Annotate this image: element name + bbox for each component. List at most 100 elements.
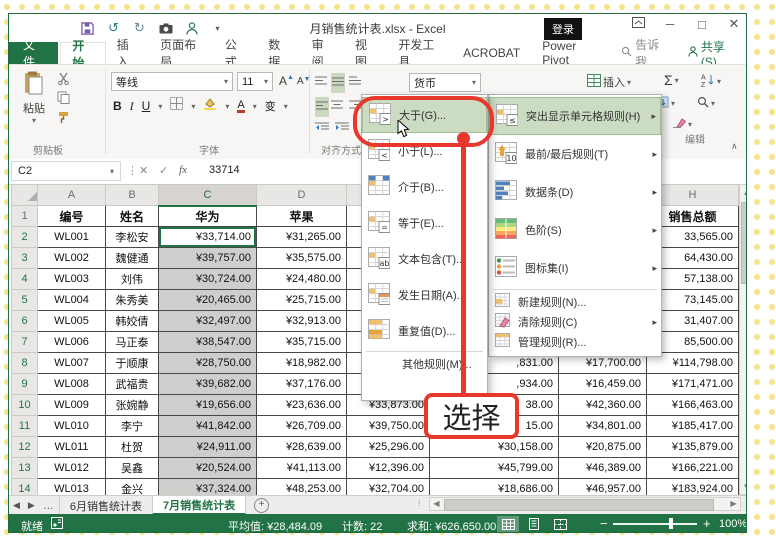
insert-cells-button[interactable]: 插入 ▾ [587, 74, 631, 90]
scroll-left-icon[interactable]: ◀ [430, 498, 443, 510]
number-format-select[interactable]: 货币 ▾ [409, 73, 481, 92]
cell-C4[interactable]: ¥30,724.00 [158, 268, 257, 290]
cell-H12[interactable]: ¥135,879.00 [646, 436, 739, 458]
cell-C11[interactable]: ¥41,842.00 [158, 415, 257, 437]
cell-D10[interactable]: ¥23,636.00 [256, 394, 347, 416]
ribbon-tab-Power Pivot[interactable]: Power Pivot [531, 39, 610, 67]
italic-button[interactable]: I [130, 99, 134, 114]
column-header-C[interactable]: C [158, 184, 257, 207]
cell-D12[interactable]: ¥28,639.00 [256, 436, 347, 458]
ribbon-tab-插入[interactable]: 插入 [106, 38, 149, 69]
cell-B2[interactable]: 李松安 [105, 226, 159, 248]
scroll-up-icon[interactable]: ▲ [740, 185, 746, 200]
cf-menu-item-6[interactable]: 新建规则(N)... [489, 292, 661, 312]
cancel-icon[interactable]: ✕ [139, 164, 148, 177]
row-header-12[interactable]: 12 [11, 436, 38, 458]
hl-rules-item-5[interactable]: 发生日期(A)... [362, 277, 487, 313]
cell-B11[interactable]: 李宁 [105, 415, 159, 437]
new-sheet-icon[interactable]: + [254, 498, 270, 513]
row-header-2[interactable]: 2 [11, 226, 38, 248]
cell-B5[interactable]: 朱秀美 [105, 289, 159, 311]
cell-C8[interactable]: ¥28,750.00 [158, 352, 257, 374]
cell-C5[interactable]: ¥20,465.00 [158, 289, 257, 311]
row-header-11[interactable]: 11 [11, 415, 38, 437]
ribbon-tab-告诉我[interactable]: 告诉我 [610, 38, 677, 69]
middle-align-icon[interactable] [331, 73, 345, 93]
cell-A9[interactable]: WL008 [37, 373, 106, 395]
cf-menu-item-7[interactable]: 清除规则(C) ▸ [489, 312, 661, 332]
scroll-right-icon[interactable]: ▶ [727, 498, 740, 510]
hl-rules-item-2[interactable]: 介于(B)... [362, 169, 487, 205]
underline-button[interactable]: U [142, 99, 151, 113]
row-header-4[interactable]: 4 [11, 268, 38, 290]
hl-rules-item-3[interactable]: = 等于(E)... [362, 205, 487, 241]
cell-F13[interactable]: ¥45,799.00 [429, 457, 559, 479]
vertical-scrollbar[interactable]: ▲ ▼ [739, 184, 746, 495]
row-header-9[interactable]: 9 [11, 373, 38, 395]
cut-icon[interactable] [57, 72, 70, 90]
cell-A12[interactable]: WL011 [37, 436, 106, 458]
cell-D8[interactable]: ¥18,982.00 [256, 352, 347, 374]
cell-D4[interactable]: ¥24,480.00 [256, 268, 347, 290]
maximize-button[interactable]: □ [694, 17, 710, 32]
column-header-B[interactable]: B [105, 184, 159, 206]
zoom-out-icon[interactable]: − [600, 516, 608, 531]
name-box[interactable]: C2 ▾ [11, 161, 121, 181]
cell-E11[interactable]: ¥39,750.00 [346, 415, 430, 437]
enter-icon[interactable]: ✓ [159, 164, 168, 177]
zoom-in-icon[interactable]: + [703, 516, 711, 531]
formula-input[interactable]: 33714 [209, 164, 240, 176]
ribbon-tab-file[interactable]: 文件 [9, 38, 59, 69]
cell-D2[interactable]: ¥31,265.00 [256, 226, 347, 248]
cf-menu-item-2[interactable]: 数据条(D) ▸ [489, 173, 661, 211]
table-header-cell[interactable]: 华为 [158, 205, 257, 227]
font-color-icon[interactable]: A [237, 99, 245, 113]
cell-B6[interactable]: 韩姣倩 [105, 310, 159, 332]
expand-formula-bar-icon[interactable]: ∨ [745, 166, 746, 177]
copy-icon[interactable] [57, 91, 70, 109]
cell-C10[interactable]: ¥19,656.00 [158, 394, 257, 416]
cell-G13[interactable]: ¥46,389.00 [558, 457, 647, 479]
ribbon-tab-开发工具[interactable]: 开发工具 [387, 38, 452, 69]
splitter-handle[interactable]: ⁞ [418, 498, 421, 508]
grow-font-icon[interactable]: A▲ [279, 74, 294, 88]
cell-D3[interactable]: ¥35,575.00 [256, 247, 347, 269]
cell-A8[interactable]: WL007 [37, 352, 106, 374]
cell-B12[interactable]: 杜贺 [105, 436, 159, 458]
cell-B8[interactable]: 于顺康 [105, 352, 159, 374]
column-header-D[interactable]: D [256, 184, 347, 206]
page-layout-view-icon[interactable] [523, 516, 545, 532]
cell-C13[interactable]: ¥20,524.00 [158, 457, 257, 479]
cell-G9[interactable]: ¥16,459.00 [558, 373, 647, 395]
cf-menu-item-3[interactable]: 色阶(S) ▸ [489, 211, 661, 249]
row-header-8[interactable]: 8 [11, 352, 38, 374]
cell-B7[interactable]: 马正泰 [105, 331, 159, 353]
row-header-7[interactable]: 7 [11, 331, 38, 353]
normal-view-icon[interactable] [497, 516, 519, 532]
sheet-tab-6月销售统计表[interactable]: 6月销售统计表 [60, 496, 153, 515]
ribbon-tab-数据[interactable]: 数据 [257, 38, 300, 69]
cell-C2[interactable]: ¥33,714.00 [158, 226, 257, 248]
cell-D9[interactable]: ¥37,176.00 [256, 373, 347, 395]
cell-A4[interactable]: WL003 [37, 268, 106, 290]
cell-G11[interactable]: ¥34,801.00 [558, 415, 647, 437]
cell-A11[interactable]: WL010 [37, 415, 106, 437]
ribbon-tab-开始[interactable]: 开始 [60, 39, 106, 70]
hl-rules-item-4[interactable]: ab 文本包含(T)... [362, 241, 487, 277]
fx-icon[interactable]: fx [179, 164, 187, 176]
horizontal-scroll-thumb[interactable] [444, 499, 714, 511]
cell-A13[interactable]: WL012 [37, 457, 106, 479]
table-header-cell[interactable]: 编号 [37, 205, 106, 227]
sheet-tab-7月销售统计表[interactable]: 7月销售统计表 [152, 496, 247, 515]
ribbon-tab-审阅[interactable]: 审阅 [301, 38, 344, 69]
cell-A2[interactable]: WL001 [37, 226, 106, 248]
cell-A10[interactable]: WL009 [37, 394, 106, 416]
fill-color-icon[interactable] [203, 97, 217, 115]
cf-menu-item-4[interactable]: 图标集(I) ▸ [489, 249, 661, 287]
increase-indent-icon[interactable] [335, 119, 349, 137]
cell-C3[interactable]: ¥39,757.00 [158, 247, 257, 269]
cell-C12[interactable]: ¥24,911.00 [158, 436, 257, 458]
cell-C9[interactable]: ¥39,682.00 [158, 373, 257, 395]
ribbon-display-icon[interactable] [630, 17, 646, 31]
row-header-13[interactable]: 13 [11, 457, 38, 479]
